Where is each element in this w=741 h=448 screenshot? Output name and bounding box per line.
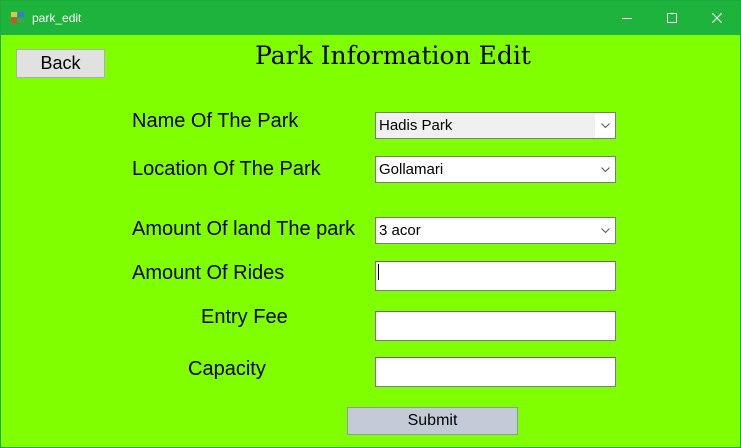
park-edit-window: park_edit Back Park Information Edit Nam… [0, 0, 741, 448]
chevron-down-icon[interactable] [595, 157, 615, 182]
page-title: Park Information Edit [255, 41, 531, 70]
minimize-button[interactable] [604, 1, 650, 35]
submit-button[interactable]: Submit [347, 407, 518, 435]
capacity-label: Capacity [188, 358, 266, 380]
entry-fee-label: Entry Fee [201, 306, 288, 328]
text-caret [378, 264, 379, 280]
chevron-down-icon[interactable] [595, 113, 615, 138]
entry-fee-input[interactable] [375, 311, 616, 341]
close-button[interactable] [694, 1, 740, 35]
park-rides-input[interactable] [375, 261, 616, 291]
park-rides-label: Amount Of Rides [132, 262, 285, 284]
park-name-value: Hadis Park [379, 117, 453, 134]
title-bar[interactable]: park_edit [1, 1, 740, 35]
park-location-value: Gollamari [379, 161, 444, 178]
park-land-select[interactable]: 3 acor [375, 217, 616, 244]
park-rides-field-wrap [375, 261, 616, 291]
park-name-select[interactable]: Hadis Park [375, 112, 616, 139]
app-window-icon [11, 12, 25, 24]
park-location-select[interactable]: Gollamari [375, 156, 616, 183]
park-location-label: Location Of The Park [132, 158, 321, 180]
chevron-down-icon[interactable] [595, 218, 615, 243]
window-title: park_edit [32, 11, 82, 25]
park-name-label: Name Of The Park [132, 110, 299, 132]
back-button[interactable]: Back [16, 49, 105, 78]
park-land-label: Amount Of land The park [132, 218, 356, 240]
capacity-input[interactable] [375, 357, 616, 387]
maximize-icon [667, 13, 677, 23]
park-land-value: 3 acor [379, 222, 421, 239]
minimize-icon [622, 18, 632, 19]
close-icon [712, 13, 722, 23]
maximize-button[interactable] [649, 1, 695, 35]
